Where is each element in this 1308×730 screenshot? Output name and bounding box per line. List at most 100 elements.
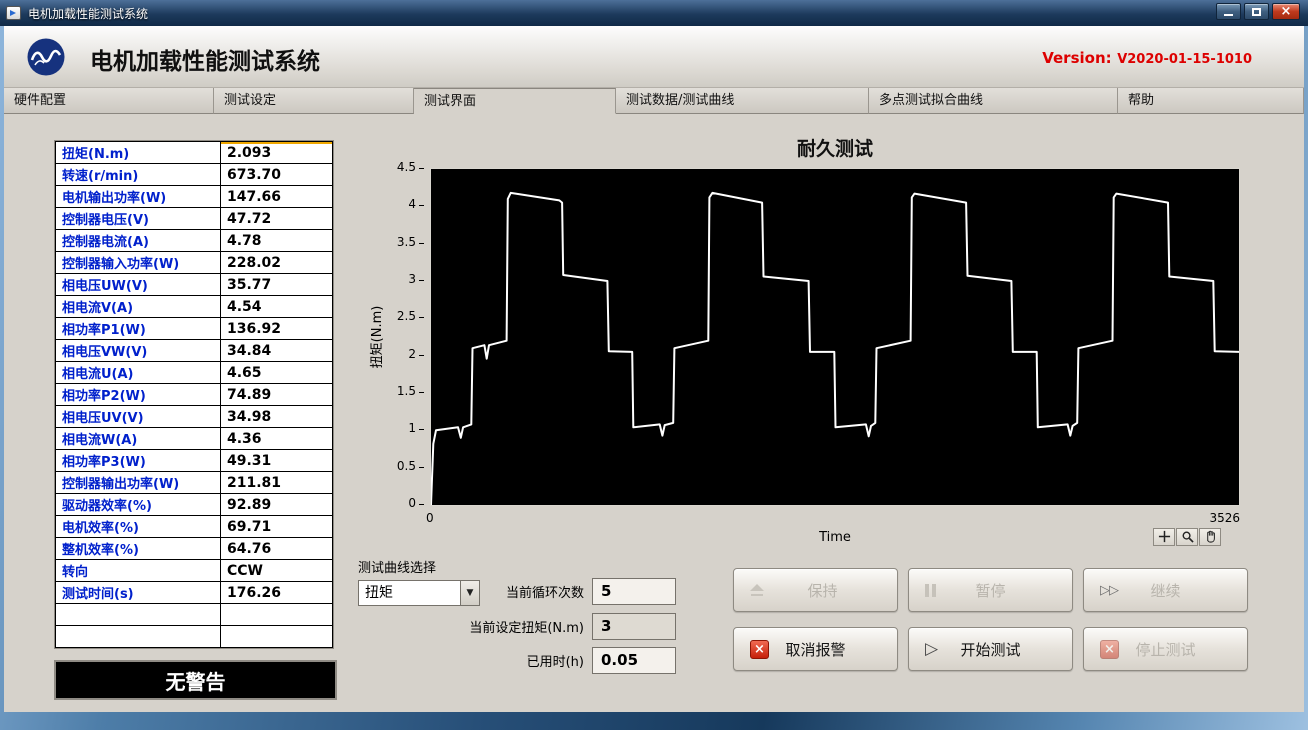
crosshair-tool-button[interactable] bbox=[1153, 528, 1175, 546]
param-value: 4.54 bbox=[221, 296, 333, 318]
param-label: 相功率P3(W) bbox=[56, 450, 221, 472]
cycle-count-field[interactable]: 5 bbox=[592, 578, 676, 605]
table-row: 转速(r/min)673.70 bbox=[56, 164, 333, 186]
minimize-button[interactable] bbox=[1216, 3, 1241, 20]
window-title: 电机加载性能测试系统 bbox=[28, 5, 148, 22]
y-tick-label: 2.5 bbox=[376, 309, 416, 323]
elapsed-time-field[interactable]: 0.05 bbox=[592, 647, 676, 674]
application-window: 电机加载性能测试系统 × 电机加载性能测试系统 Version: V2020-0… bbox=[0, 0, 1308, 730]
crosshair-icon bbox=[1158, 528, 1171, 547]
version-value: V2020-01-15-1010 bbox=[1117, 52, 1252, 67]
pause-icon bbox=[925, 584, 939, 597]
cancel-alarm-button[interactable]: ×取消报警 bbox=[733, 627, 898, 671]
param-label: 相电流U(A) bbox=[56, 362, 221, 384]
y-axis-labels: 00.511.522.533.544.5 bbox=[378, 128, 422, 558]
table-row: 电机输出功率(W)147.66 bbox=[56, 186, 333, 208]
app-title: 电机加载性能测试系统 bbox=[90, 42, 320, 76]
title-bar[interactable]: 电机加载性能测试系统 × bbox=[0, 0, 1308, 26]
tab-hardware-config[interactable]: 硬件配置 bbox=[4, 88, 214, 114]
header: 电机加载性能测试系统 Version: V2020-01-15-1010 bbox=[4, 26, 1304, 88]
tab-help[interactable]: 帮助 bbox=[1118, 88, 1304, 114]
table-row: 相电压UV(V)34.98 bbox=[56, 406, 333, 428]
app-icon bbox=[6, 6, 21, 20]
minimize-icon bbox=[1224, 14, 1233, 16]
zoom-icon bbox=[1181, 528, 1194, 547]
param-label: 控制器输入功率(W) bbox=[56, 252, 221, 274]
tab-label: 帮助 bbox=[1128, 93, 1154, 108]
zoom-tool-button[interactable] bbox=[1176, 528, 1198, 546]
table-row: 扭矩(N.m)2.093 bbox=[56, 142, 333, 164]
ffwd-icon: ▷▷ bbox=[1100, 583, 1118, 598]
set-torque-field[interactable]: 3 bbox=[592, 613, 676, 640]
param-value: 147.66 bbox=[221, 186, 333, 208]
table-row: 控制器电压(V)47.72 bbox=[56, 208, 333, 230]
measurement-table-body: 扭矩(N.m)2.093转速(r/min)673.70电机输出功率(W)147.… bbox=[56, 142, 333, 648]
tab-test-data-curves[interactable]: 测试数据/测试曲线 bbox=[616, 88, 869, 114]
param-value: 4.36 bbox=[221, 428, 333, 450]
param-label: 控制器电流(A) bbox=[56, 230, 221, 252]
y-tick-label: 4.5 bbox=[376, 160, 416, 174]
tab-label: 硬件配置 bbox=[14, 93, 66, 108]
param-value: 92.89 bbox=[221, 494, 333, 516]
param-value: 176.26 bbox=[221, 582, 333, 604]
param-label: 相电流V(A) bbox=[56, 296, 221, 318]
tab-multipoint-fit-curve[interactable]: 多点测试拟合曲线 bbox=[869, 88, 1118, 114]
table-row: 转向CCW bbox=[56, 560, 333, 582]
table-row: 测试时间(s)176.26 bbox=[56, 582, 333, 604]
y-tick-label: 3 bbox=[376, 272, 416, 286]
cycle-count-field-row: 当前循环次数5 bbox=[420, 577, 686, 606]
maximize-icon bbox=[1252, 8, 1261, 16]
tab-test-interface[interactable]: 测试界面 bbox=[414, 88, 616, 114]
y-tick-label: 0.5 bbox=[376, 459, 416, 473]
graph-palette bbox=[1153, 528, 1221, 546]
param-label: 电机输出功率(W) bbox=[56, 186, 221, 208]
tab-label: 测试设定 bbox=[224, 93, 276, 108]
x-tick-end: 3526 bbox=[1176, 511, 1240, 525]
param-label: 相功率P2(W) bbox=[56, 384, 221, 406]
param-value: 673.70 bbox=[221, 164, 333, 186]
param-value: 49.31 bbox=[221, 450, 333, 472]
param-value: 136.92 bbox=[221, 318, 333, 340]
param-value: 35.77 bbox=[221, 274, 333, 296]
pan-hand-icon bbox=[1204, 528, 1217, 547]
table-row: 相功率P2(W)74.89 bbox=[56, 384, 333, 406]
maximize-button[interactable] bbox=[1244, 3, 1269, 20]
table-row: 相电流U(A)4.65 bbox=[56, 362, 333, 384]
param-value: 34.84 bbox=[221, 340, 333, 362]
param-value: 64.76 bbox=[221, 538, 333, 560]
stop-icon: × bbox=[1100, 640, 1119, 659]
table-row: 驱动器效率(%)92.89 bbox=[56, 494, 333, 516]
param-value: 2.093 bbox=[221, 142, 333, 164]
param-label: 相电流W(A) bbox=[56, 428, 221, 450]
table-row: 电机效率(%)69.71 bbox=[56, 516, 333, 538]
continue-button[interactable]: ▷▷继续 bbox=[1083, 568, 1248, 612]
close-button[interactable]: × bbox=[1272, 3, 1300, 20]
param-label: 测试时间(s) bbox=[56, 582, 221, 604]
elapsed-time-field-row: 已用时(h)0.05 bbox=[420, 646, 686, 675]
company-logo bbox=[26, 37, 66, 81]
start-test-button[interactable]: ▷开始测试 bbox=[908, 627, 1073, 671]
table-row: 相功率P1(W)136.92 bbox=[56, 318, 333, 340]
stop-test-button[interactable]: ×停止测试 bbox=[1083, 627, 1248, 671]
hold-button[interactable]: 保持 bbox=[733, 568, 898, 612]
measurement-table: 扭矩(N.m)2.093转速(r/min)673.70电机输出功率(W)147.… bbox=[54, 140, 334, 649]
param-value: 47.72 bbox=[221, 208, 333, 230]
chart-plot[interactable] bbox=[430, 168, 1240, 506]
pan-tool-button[interactable] bbox=[1199, 528, 1221, 546]
param-value: CCW bbox=[221, 560, 333, 582]
param-label: 相功率P1(W) bbox=[56, 318, 221, 340]
warning-banner: 无警告 bbox=[54, 660, 337, 700]
pause-button[interactable]: 暂停 bbox=[908, 568, 1073, 612]
version-text: Version: V2020-01-15-1010 bbox=[1042, 48, 1252, 67]
table-row bbox=[56, 626, 333, 648]
param-label bbox=[56, 626, 221, 648]
param-label: 转向 bbox=[56, 560, 221, 582]
param-value bbox=[221, 626, 333, 648]
cancel-icon: × bbox=[750, 640, 769, 659]
param-value: 74.89 bbox=[221, 384, 333, 406]
eject-icon bbox=[750, 584, 764, 597]
elapsed-time-field-label: 已用时(h) bbox=[420, 651, 592, 670]
table-row: 控制器电流(A)4.78 bbox=[56, 230, 333, 252]
param-label: 驱动器效率(%) bbox=[56, 494, 221, 516]
tab-test-settings[interactable]: 测试设定 bbox=[214, 88, 414, 114]
